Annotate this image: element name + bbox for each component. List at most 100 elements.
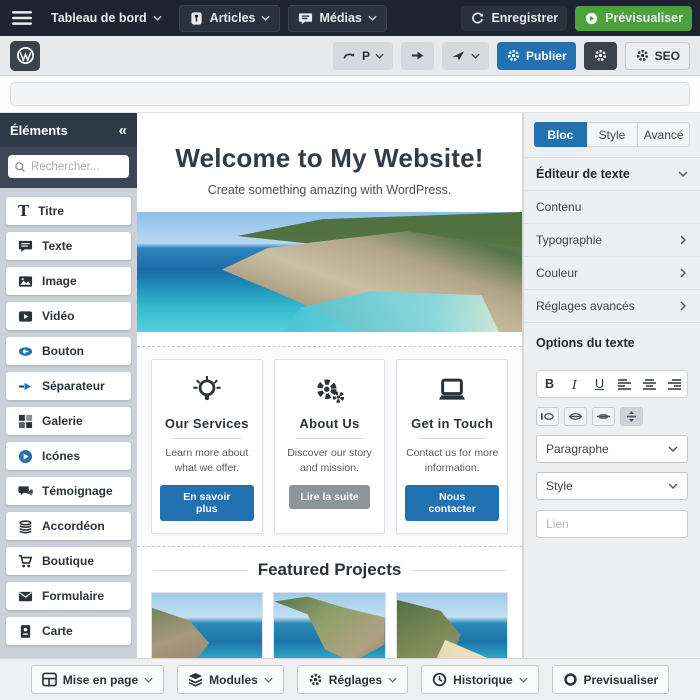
tab-avance[interactable]: Avancé	[638, 122, 691, 147]
feature-cards-row: Our Services Learn more about what we of…	[137, 346, 522, 548]
italic-button[interactable]: I	[562, 371, 587, 397]
card-title: Get in Touch	[411, 416, 494, 431]
icon-circle-icon	[18, 449, 33, 463]
project-image-bay	[274, 596, 385, 658]
card-get-in-touch[interactable]: Get in Touch Contact us for more informa…	[396, 359, 509, 535]
element-item-formulaire[interactable]: Formulaire	[6, 582, 131, 610]
contact-us-button[interactable]: Nous contacter	[405, 485, 500, 522]
gallery-grid-icon	[18, 414, 33, 428]
chevron-down-icon	[153, 15, 162, 21]
menu-medias[interactable]: Médias	[288, 4, 387, 32]
section-contenu[interactable]: Contenu	[524, 191, 700, 224]
elements-panel-header: Éléments	[0, 113, 137, 147]
project-image-2[interactable]	[273, 592, 386, 658]
underline-button[interactable]: U	[587, 371, 612, 397]
layout-icon	[41, 672, 57, 687]
tab-bloc[interactable]: Bloc	[534, 122, 587, 147]
float-center-button[interactable]	[564, 407, 587, 426]
paragraph-select[interactable]: Paragraphe	[536, 435, 688, 463]
menu-articles[interactable]: Articles	[178, 4, 281, 32]
section-reglages-avances[interactable]: Réglages avancés	[524, 290, 700, 323]
tab-style[interactable]: Style	[586, 122, 639, 147]
style-select[interactable]: Style	[536, 472, 688, 500]
align-right-button[interactable]	[662, 371, 687, 397]
preview-button-bottom[interactable]: Previsualiser	[551, 665, 670, 694]
circle-icon	[563, 673, 577, 686]
search-input[interactable]	[31, 160, 123, 173]
section-typographie[interactable]: Typographie	[524, 224, 700, 257]
wordpress-logo[interactable]	[10, 40, 40, 71]
featured-projects-row	[151, 592, 508, 658]
lightbulb-icon	[193, 376, 221, 401]
project-image-1[interactable]	[151, 592, 264, 658]
chevron-down-icon	[261, 15, 271, 21]
card-about-us[interactable]: About Us Discover our story and mission.…	[273, 359, 386, 535]
hero-block[interactable]: Welcome to My Website! Create something …	[137, 113, 522, 197]
layout-button[interactable]: Mise en page	[30, 665, 165, 694]
gear-icon	[594, 49, 606, 62]
hamburger-icon[interactable]	[12, 8, 32, 28]
page-title-input[interactable]	[10, 82, 690, 106]
image-icon	[18, 275, 33, 287]
element-item-bouton[interactable]: Bouton	[6, 337, 131, 365]
element-item-image[interactable]: Image	[6, 267, 131, 295]
editor-toolbar: P Publier SEO	[0, 36, 700, 76]
learn-more-button[interactable]: En savoir plus	[160, 485, 254, 522]
send-button[interactable]	[441, 41, 489, 70]
tools-p-button[interactable]: P	[332, 41, 393, 70]
section-couleur[interactable]: Couleur	[524, 257, 700, 290]
featured-projects-heading: Featured Projects	[153, 560, 507, 580]
settings-gear-button[interactable]	[583, 41, 617, 70]
align-center-icon	[643, 378, 656, 390]
align-center-button[interactable]	[637, 371, 662, 397]
history-button[interactable]: Historique	[421, 665, 539, 694]
seo-button[interactable]: SEO	[624, 41, 690, 70]
chevron-down-icon	[678, 171, 688, 177]
element-item-galerie[interactable]: Galerie	[6, 407, 131, 435]
section-editeur-de-texte[interactable]: Éditeur de texte	[524, 158, 700, 191]
read-more-button[interactable]: Lire la suite	[289, 485, 370, 510]
align-left-button[interactable]	[612, 371, 637, 397]
builder-canvas: Welcome to My Website! Create something …	[137, 113, 523, 658]
element-item-boutique[interactable]: Boutique	[6, 547, 131, 575]
card-our-services[interactable]: Our Services Learn more about what we of…	[151, 359, 263, 535]
hero-image[interactable]	[137, 212, 522, 332]
element-item-titre[interactable]: T Titre	[6, 197, 131, 225]
element-item-separateur[interactable]: Séparateur	[6, 372, 131, 400]
card-text: Contact us for more information.	[406, 447, 499, 475]
element-item-carte[interactable]: Carte	[6, 617, 131, 645]
float-toolbar	[536, 407, 688, 426]
menu-medias-label: Médias	[319, 11, 362, 25]
link-input[interactable]	[536, 510, 688, 538]
chevron-down-icon	[144, 677, 153, 683]
modules-button[interactable]: Modules	[177, 665, 284, 694]
collapse-panel-icon[interactable]	[119, 123, 127, 138]
elements-search-row	[0, 147, 137, 188]
comment-icon	[299, 12, 313, 24]
preview-button-top[interactable]: Prévisualiser	[575, 5, 692, 31]
page-title-bar	[0, 76, 700, 113]
float-left-button[interactable]	[536, 407, 559, 426]
menu-dashboard[interactable]: Tableau de bord	[42, 6, 171, 30]
settings-button[interactable]: Réglages	[296, 665, 409, 694]
chevron-down-icon	[668, 483, 678, 489]
element-item-accordeon[interactable]: Accordéon	[6, 512, 131, 540]
publish-button[interactable]: Publier	[496, 41, 576, 70]
elements-panel: Éléments T Titre Texte	[0, 113, 137, 658]
bold-button[interactable]: B	[537, 371, 562, 397]
float-right-button[interactable]	[592, 407, 615, 426]
float-left-icon	[541, 413, 554, 420]
element-item-video[interactable]: Vidéo	[6, 302, 131, 330]
element-item-temoignage[interactable]: Témoignage	[6, 477, 131, 505]
redo-button[interactable]	[400, 41, 434, 70]
text-bubble-icon	[18, 240, 33, 252]
vertical-align-button[interactable]	[620, 407, 643, 426]
align-right-icon	[668, 378, 681, 390]
search-icon	[15, 161, 25, 172]
save-button[interactable]: Enregistrer	[461, 5, 568, 31]
element-item-texte[interactable]: Texte	[6, 232, 131, 260]
float-right-icon	[597, 413, 610, 420]
element-item-icones[interactable]: Icónes	[6, 442, 131, 470]
save-button-label: Enregistrer	[491, 11, 559, 25]
project-image-3[interactable]	[395, 592, 508, 658]
